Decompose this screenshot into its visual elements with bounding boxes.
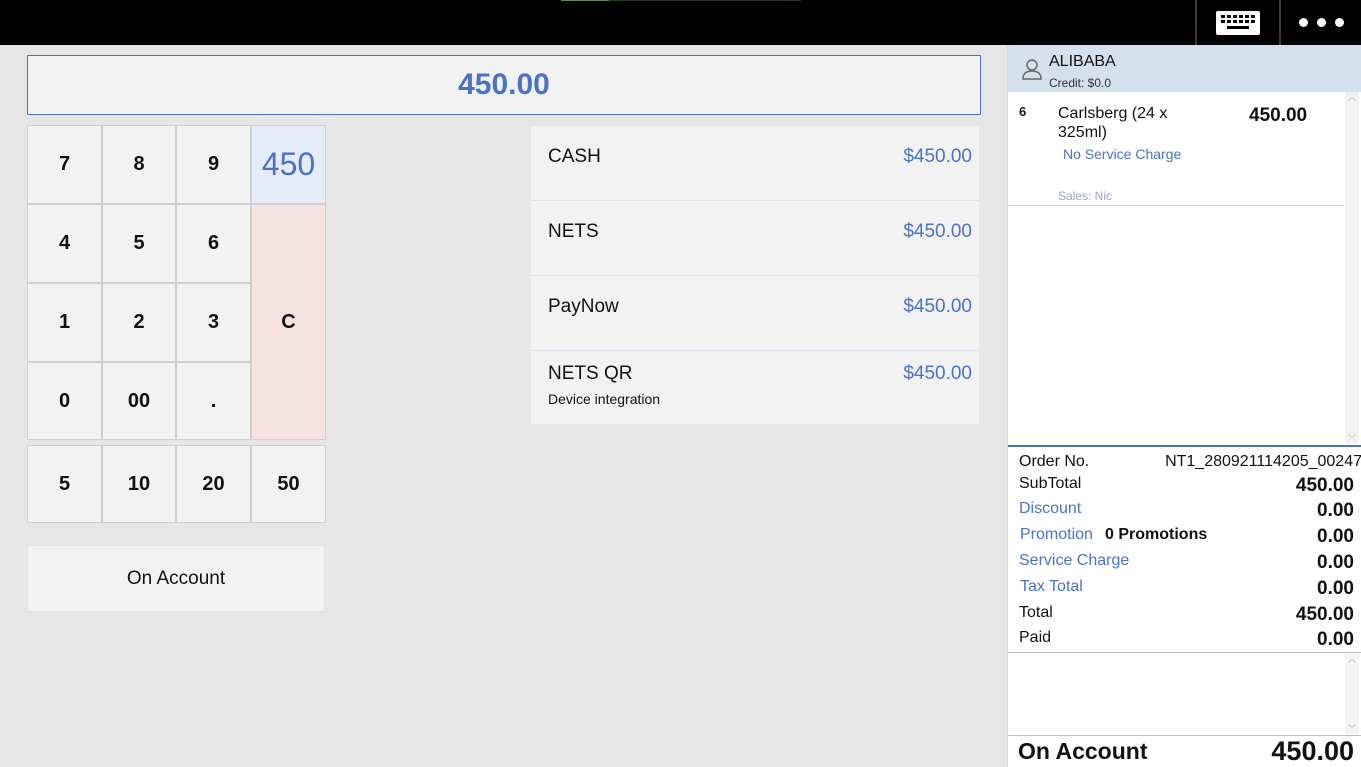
item-qty: 6	[1019, 104, 1027, 119]
quick-amount-5[interactable]: 5	[27, 445, 102, 523]
payment-method-name: CASH	[548, 146, 601, 167]
subtotal-row: SubTotal 450.00	[1019, 475, 1354, 497]
scroll-down-icon[interactable]: ﹀	[1345, 724, 1359, 734]
payments-scrollbar[interactable]: ︿ ﹀	[1345, 654, 1359, 734]
order-panel: ALIBABA Credit: $0.0 6 Carlsberg (24 x 3…	[1007, 45, 1361, 767]
service-charge-link[interactable]: Service Charge	[1019, 552, 1129, 570]
payment-method-cash[interactable]: CASH $450.00	[531, 126, 979, 202]
key-0[interactable]: 0	[27, 362, 102, 440]
item-service-note: No Service Charge	[1063, 146, 1182, 162]
clear-button[interactable]: C	[251, 204, 326, 440]
tax-total-value: 0.00	[1317, 578, 1354, 599]
payment-summary: On Account 450.00	[1008, 735, 1361, 767]
amount-display[interactable]: 450.00	[27, 55, 981, 115]
key-00[interactable]: 00	[102, 362, 176, 440]
payment-method-nets[interactable]: NETS $450.00	[531, 201, 979, 277]
discount-row: Discount 0.00	[1019, 500, 1354, 522]
key-decimal[interactable]: .	[176, 362, 251, 440]
discount-link[interactable]: Discount	[1019, 500, 1081, 518]
tax-total-link[interactable]: Tax Total	[1020, 578, 1083, 596]
top-bar	[0, 0, 1361, 45]
summary-amount: 450.00	[1271, 736, 1354, 766]
quick-amount-50[interactable]: 50	[251, 445, 326, 523]
subtotal-label: SubTotal	[1019, 475, 1082, 492]
payment-method-name: NETS QR	[548, 363, 633, 384]
service-charge-row: Service Charge 0.00	[1019, 552, 1354, 574]
promotion-row: Promotion 0 Promotions 0.00	[1019, 526, 1354, 548]
scroll-down-icon[interactable]: ﹀	[1345, 434, 1359, 444]
tax-total-row: Tax Total 0.00	[1019, 578, 1354, 600]
key-6[interactable]: 6	[176, 204, 251, 283]
payment-method-paynow[interactable]: PayNow $450.00	[531, 276, 979, 352]
paid-row: Paid 0.00	[1019, 629, 1354, 651]
item-sales: Sales: Nic	[1058, 189, 1113, 203]
order-item[interactable]: 6 Carlsberg (24 x 325ml) 450.00 No Servi…	[1008, 93, 1344, 206]
tab-indicator	[561, 0, 801, 1]
payment-method-name: PayNow	[548, 296, 619, 317]
on-account-button[interactable]: On Account	[27, 545, 325, 612]
key-9[interactable]: 9	[176, 125, 251, 204]
payment-method-amount: $450.00	[903, 296, 972, 317]
key-5[interactable]: 5	[102, 204, 176, 283]
payment-method-subtitle: Device integration	[548, 391, 661, 407]
subtotal-value: 450.00	[1295, 475, 1354, 496]
scroll-up-icon[interactable]: ︿	[1345, 92, 1359, 102]
payment-method-nets-qr[interactable]: NETS QR $450.00 Device integration	[531, 351, 979, 424]
paid-label: Paid	[1019, 629, 1052, 646]
key-4[interactable]: 4	[27, 204, 102, 283]
quick-amount-10[interactable]: 10	[102, 445, 176, 523]
keyboard-button[interactable]	[1195, 0, 1279, 45]
person-icon	[1022, 59, 1042, 80]
service-charge-value: 0.00	[1317, 552, 1354, 573]
payment-method-amount: $450.00	[903, 146, 972, 167]
more-dot	[1334, 18, 1344, 27]
paid-value: 0.00	[1317, 629, 1354, 650]
more-dots-icon	[1298, 18, 1308, 27]
item-price: 450.00	[1249, 105, 1308, 126]
key-8[interactable]: 8	[102, 125, 176, 204]
items-scrollbar[interactable]: ︿ ﹀	[1345, 92, 1359, 444]
total-row: Total 450.00	[1019, 604, 1354, 626]
total-value: 450.00	[1295, 604, 1354, 625]
scroll-up-icon[interactable]: ︿	[1345, 654, 1359, 664]
item-name: Carlsberg (24 x 325ml)	[1058, 105, 1168, 141]
more-dot	[1316, 18, 1326, 27]
customer-name: ALIBABA	[1049, 53, 1116, 70]
order-no-value: NT1_280921114205_00247	[1165, 453, 1361, 470]
order-no-label: Order No.	[1019, 453, 1090, 470]
customer-bar[interactable]: ALIBABA Credit: $0.0	[1008, 45, 1361, 92]
keyboard-icon	[1216, 10, 1260, 35]
promotion-value: 0.00	[1317, 526, 1354, 547]
payment-method-amount: $450.00	[903, 221, 972, 242]
more-options-button[interactable]	[1279, 0, 1361, 45]
total-label: Total	[1019, 604, 1053, 621]
key-7[interactable]: 7	[27, 125, 102, 204]
order-no-row: Order No. NT1_280921114205_00247	[1019, 453, 1361, 475]
quick-amount-20[interactable]: 20	[176, 445, 251, 523]
summary-label: On Account	[1018, 738, 1148, 764]
totals-panel: Order No. NT1_280921114205_00247 SubTota…	[1008, 445, 1361, 653]
payment-method-amount: $450.00	[903, 363, 972, 384]
payment-method-name: NETS	[548, 221, 599, 242]
key-2[interactable]: 2	[102, 283, 176, 362]
customer-credit: Credit: $0.0	[1049, 76, 1112, 90]
discount-value: 0.00	[1317, 500, 1354, 521]
key-1[interactable]: 1	[27, 283, 102, 362]
promotion-count: 0 Promotions	[1105, 526, 1208, 543]
key-3[interactable]: 3	[176, 283, 251, 362]
entry-value: 450	[251, 125, 326, 204]
promotion-link[interactable]: Promotion	[1020, 526, 1093, 544]
